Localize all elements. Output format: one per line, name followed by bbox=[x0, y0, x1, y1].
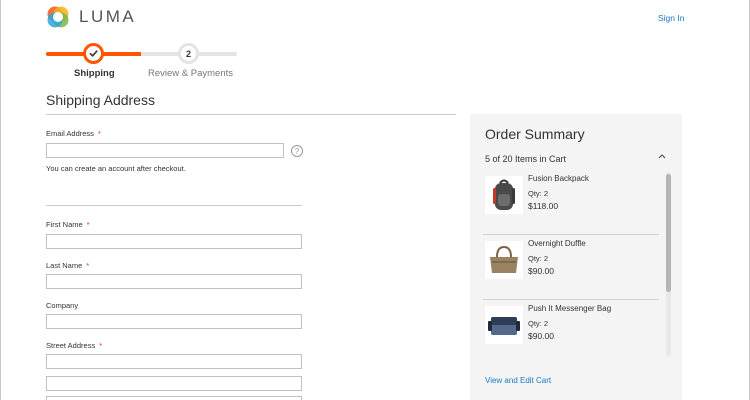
product-name: Push It Messenger Bag bbox=[528, 304, 612, 313]
step-review-indicator: 2 bbox=[178, 43, 199, 64]
product-name: Overnight Duffle bbox=[528, 239, 586, 248]
street-address-line2[interactable] bbox=[46, 376, 302, 391]
last-name-label: Last Name * bbox=[46, 261, 90, 270]
product-price: $118.00 bbox=[528, 201, 559, 211]
product-price: $90.00 bbox=[528, 266, 554, 276]
product-qty: Qty: 2 bbox=[528, 319, 549, 328]
required-marker: * bbox=[97, 129, 101, 138]
step-number: 2 bbox=[181, 46, 196, 61]
chevron-up-icon[interactable] bbox=[658, 153, 666, 159]
product-image-backpack[interactable] bbox=[485, 176, 523, 214]
checkmark-icon bbox=[89, 50, 98, 57]
checkout-page: LUMA Sign In 2 Shipping Review & Payment… bbox=[0, 0, 750, 400]
last-name-field[interactable] bbox=[46, 274, 302, 289]
order-summary-title: Order Summary bbox=[485, 126, 585, 142]
required-marker: * bbox=[86, 261, 90, 270]
shipping-address-title: Shipping Address bbox=[46, 92, 155, 108]
items-in-cart-toggle[interactable]: 5 of 20 Items in Cart bbox=[485, 154, 566, 164]
email-label: Email Address * bbox=[46, 129, 101, 138]
street-address-line3[interactable] bbox=[46, 396, 302, 400]
messenger-bag-image bbox=[488, 317, 520, 335]
product-qty: Qty: 2 bbox=[528, 189, 549, 198]
account-note: You can create an account after checkout… bbox=[46, 164, 186, 173]
cart-item: Overnight Duffle Qty: 2 $90.00 bbox=[483, 235, 659, 300]
cart-item: Fusion Backpack Qty: 2 $118.00 bbox=[483, 170, 659, 235]
product-qty: Qty: 2 bbox=[528, 254, 549, 263]
duffle-bag-image bbox=[490, 245, 518, 273]
backpack-image bbox=[493, 179, 515, 210]
first-name-label: First Name * bbox=[46, 220, 90, 229]
company-label: Company bbox=[46, 301, 79, 310]
step-shipping-label: Shipping bbox=[74, 68, 115, 79]
sign-in-link[interactable]: Sign In bbox=[658, 13, 684, 23]
section-divider bbox=[46, 114, 456, 115]
product-image-duffle[interactable] bbox=[485, 241, 523, 279]
view-edit-cart-link[interactable]: View and Edit Cart bbox=[485, 376, 551, 385]
required-marker: * bbox=[86, 220, 90, 229]
step-shipping-indicator bbox=[83, 43, 104, 64]
product-price: $90.00 bbox=[528, 331, 554, 341]
order-summary: Order Summary 5 of 20 Items in Cart Fusi… bbox=[470, 114, 682, 400]
company-field[interactable] bbox=[46, 314, 302, 329]
form-divider bbox=[46, 205, 302, 206]
product-name: Fusion Backpack bbox=[528, 174, 589, 183]
cart-items-list: Fusion Backpack Qty: 2 $118.00 Overnight… bbox=[483, 170, 673, 356]
first-name-field[interactable] bbox=[46, 234, 302, 249]
product-image-messenger[interactable] bbox=[485, 306, 523, 344]
street-address-line1[interactable] bbox=[46, 354, 302, 369]
email-field[interactable] bbox=[46, 143, 284, 158]
step-review-label: Review & Payments bbox=[148, 68, 234, 79]
required-marker: * bbox=[99, 341, 103, 350]
help-icon[interactable]: ? bbox=[291, 145, 303, 157]
cart-item: Push It Messenger Bag Qty: 2 $90.00 bbox=[483, 300, 659, 356]
luma-logo-icon bbox=[47, 6, 69, 28]
logo-text: LUMA bbox=[79, 7, 137, 26]
luma-logo[interactable]: LUMA bbox=[46, 5, 136, 29]
street-address-label: Street Address * bbox=[46, 341, 103, 350]
